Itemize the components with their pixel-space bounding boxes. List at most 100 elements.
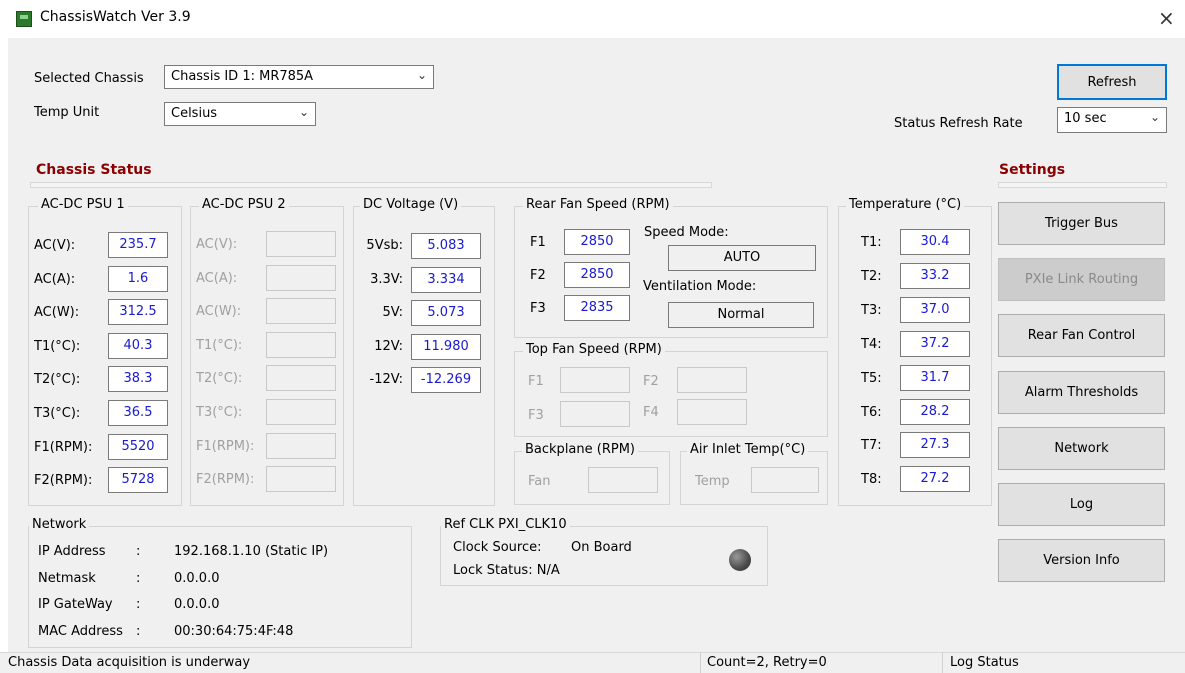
status-count: Count=2, Retry=0 (707, 655, 827, 670)
top-fan-f3-label: F3 (528, 408, 544, 423)
backplane-fan-value (588, 467, 658, 493)
status-separator (942, 652, 943, 673)
psu1-row-value: 38.3 (108, 366, 168, 393)
clock-source-label: Clock Source: (453, 540, 542, 555)
network-row-value: 0.0.0.0 (174, 570, 220, 586)
trigger-bus-button[interactable]: Trigger Bus (998, 202, 1165, 245)
psu1-row-value: 40.3 (108, 332, 168, 359)
psu1-row-value: 1.6 (108, 265, 168, 292)
lock-status: Lock Status: N/A (453, 563, 560, 578)
dc-voltage-row-label: 3.3V: (370, 271, 403, 287)
selected-chassis-value: Chassis ID 1: MR785A (171, 69, 314, 84)
rear-fan-row-value: 2850 (564, 229, 630, 255)
dc-voltage-row-value: 5.073 (411, 300, 481, 326)
backplane-title: Backplane (RPM) (522, 442, 638, 457)
dc-voltage-row-label: 5Vsb: (366, 238, 403, 253)
psu2-title: AC-DC PSU 2 (199, 197, 289, 212)
chevron-down-icon: ⌄ (298, 105, 309, 119)
lock-indicator-led (729, 549, 751, 571)
settings-title: Settings (999, 162, 1066, 178)
selected-chassis-label: Selected Chassis (34, 71, 144, 86)
temp-unit-select[interactable]: Celsius ⌄ (164, 102, 316, 126)
top-fan-f2-value (677, 367, 747, 393)
chassis-status-title: Chassis Status (36, 162, 152, 178)
dc-voltage-row-label: -12V: (369, 372, 403, 387)
air-inlet-temp-value (751, 467, 819, 493)
psu2-row-value (266, 399, 336, 425)
status-separator (700, 652, 701, 673)
psu2-row-value (266, 298, 336, 325)
rear-fan-row-label: F1 (530, 235, 546, 250)
status-refresh-rate-value: 10 sec (1064, 111, 1107, 126)
dc-voltage-row-label: 12V: (374, 338, 403, 354)
psu1-row-label: F2(RPM): (34, 473, 93, 489)
network-row-label: IP GateWay (38, 597, 113, 612)
psu1-row-label: T1(°C): (34, 338, 81, 354)
dc-voltage-row-value: -12.269 (411, 367, 481, 393)
temperature-row-label: T7: (861, 438, 882, 454)
refresh-button[interactable]: Refresh (1057, 64, 1167, 100)
network-title: Network (29, 517, 90, 532)
network-row-label: MAC Address (38, 623, 123, 639)
temperature-row-value: 31.7 (900, 364, 970, 391)
temperature-row-value: 37.0 (900, 296, 970, 323)
network-row-value: 192.168.1.10 (Static IP) (174, 544, 329, 559)
dc-voltage-title: DC Voltage (V) (360, 197, 462, 212)
network-button[interactable]: Network (998, 426, 1165, 470)
psu1-row-label: AC(W): (34, 305, 80, 321)
rear-fan-row-label: F3 (530, 301, 546, 316)
dc-voltage-row-value: 11.980 (411, 333, 481, 360)
log-button[interactable]: Log (998, 483, 1165, 526)
psu2-row-label: T3(°C): (196, 405, 243, 420)
psu1-row-label: F1(RPM): (34, 439, 93, 455)
psu1-row-label: T3(°C): (34, 406, 81, 421)
psu2-row-label: T2(°C): (196, 371, 243, 387)
temperature-row-label: T5: (861, 370, 882, 386)
network-row-label: Netmask (38, 570, 96, 586)
ref-clk-title: Ref CLK PXI_CLK10 (441, 517, 570, 532)
settings-separator (998, 182, 1167, 188)
psu1-row-label: T2(°C): (34, 372, 81, 388)
psu2-row-label: AC(A): (196, 270, 238, 286)
psu1-title: AC-DC PSU 1 (38, 197, 128, 212)
psu2-row-label: T1(°C): (196, 337, 243, 353)
top-fan-title: Top Fan Speed (RPM) (523, 342, 665, 357)
psu2-row-value (266, 432, 336, 459)
network-row-label: IP Address (38, 544, 106, 559)
clock-source-value: On Board (571, 540, 632, 555)
network-row-colon: : (136, 623, 141, 639)
temperature-row-label: T1: (861, 235, 882, 250)
psu2-row-label: F1(RPM): (196, 438, 255, 454)
psu1-row-label: AC(V): (34, 238, 76, 253)
selected-chassis-select[interactable]: Chassis ID 1: MR785A ⌄ (164, 65, 434, 89)
rear-fan-title: Rear Fan Speed (RPM) (523, 197, 673, 212)
top-fan-f4-value (677, 399, 747, 425)
temperature-row-label: T6: (861, 404, 882, 420)
temperature-row-value: 37.2 (900, 330, 970, 357)
speed-mode-label: Speed Mode: (644, 225, 729, 240)
psu1-row-value: 312.5 (108, 299, 168, 326)
rear-fan-row-label: F2 (530, 268, 546, 283)
psu1-row-value: 36.5 (108, 400, 168, 426)
psu1-row-value: 235.7 (108, 232, 168, 258)
window-title: ChassisWatch Ver 3.9 (40, 9, 191, 25)
temperature-title: Temperature (°C) (846, 197, 965, 212)
psu2-row-value (266, 466, 336, 493)
psu2-row-label: F2(RPM): (196, 472, 255, 488)
alarm-thresholds-button[interactable]: Alarm Thresholds (998, 370, 1165, 414)
network-row-value: 0.0.0.0 (174, 597, 220, 612)
version-info-button[interactable]: Version Info (998, 539, 1165, 583)
network-row-colon: : (136, 544, 141, 559)
network-row-value: 00:30:64:75:4F:48 (174, 623, 294, 639)
psu1-row-label: AC(A): (34, 271, 76, 287)
psu2-row-label: AC(W): (196, 304, 242, 320)
rear-fan-control-button[interactable]: Rear Fan Control (998, 314, 1165, 358)
chevron-down-icon: ⌄ (416, 68, 427, 82)
status-refresh-rate-select[interactable]: 10 sec ⌄ (1057, 107, 1167, 133)
top-fan-f4-label: F4 (643, 405, 659, 420)
temperature-row-label: T4: (861, 336, 882, 352)
top-fan-f1-label: F1 (528, 374, 544, 389)
close-icon[interactable]: × (1158, 6, 1175, 30)
dc-voltage-row-value: 3.334 (411, 266, 481, 293)
temp-unit-value: Celsius (171, 106, 218, 121)
